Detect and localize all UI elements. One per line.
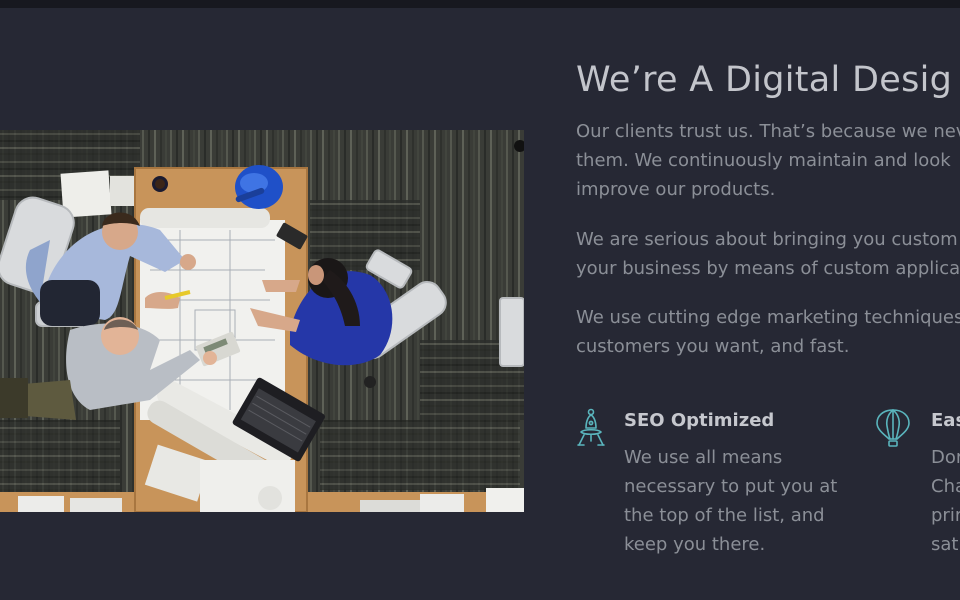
hot-air-balloon-icon [876, 409, 910, 447]
feature-title: Eas [931, 410, 960, 431]
intro-paragraph-3: We use cutting edge marketing techniques… [576, 303, 960, 361]
feature-title: SEO Optimized [624, 410, 775, 431]
office-team-photo [0, 130, 524, 512]
feature-description-line: Cha [931, 476, 960, 497]
intro-paragraph-line: improve our products. [576, 179, 776, 200]
feature-description-line: the top of the list, and [624, 505, 825, 526]
feature-description: Dor Cha prir sati [931, 443, 960, 559]
intro-paragraph-2: We are serious about bringing you custom… [576, 225, 960, 283]
feature-description-line: We use all means [624, 447, 783, 468]
feature-description-line: sati [931, 534, 960, 555]
intro-paragraph-line: customers you want, and fast. [576, 336, 850, 357]
rocket-launch-icon [577, 408, 605, 446]
feature-description-line: keep you there. [624, 534, 766, 555]
intro-section: We’re A Digital Desig Our clients trust … [576, 0, 960, 600]
intro-paragraph-line: Our clients trust us. That’s because we … [576, 121, 960, 142]
page-title: We’re A Digital Desig [576, 60, 953, 100]
intro-paragraph-1: Our clients trust us. That’s because we … [576, 117, 960, 204]
intro-paragraph-line: your business by means of custom applica [576, 258, 960, 279]
feature-description-line: prir [931, 505, 960, 526]
intro-paragraph-line: them. We continuously maintain and look [576, 150, 951, 171]
feature-description-line: Dor [931, 447, 960, 468]
intro-paragraph-line: We use cutting edge marketing techniques [576, 307, 960, 328]
feature-description: We use all means necessary to put you at… [624, 443, 837, 559]
intro-paragraph-line: We are serious about bringing you custom [576, 229, 958, 250]
feature-description-line: necessary to put you at [624, 476, 838, 497]
hero-image [0, 130, 524, 512]
